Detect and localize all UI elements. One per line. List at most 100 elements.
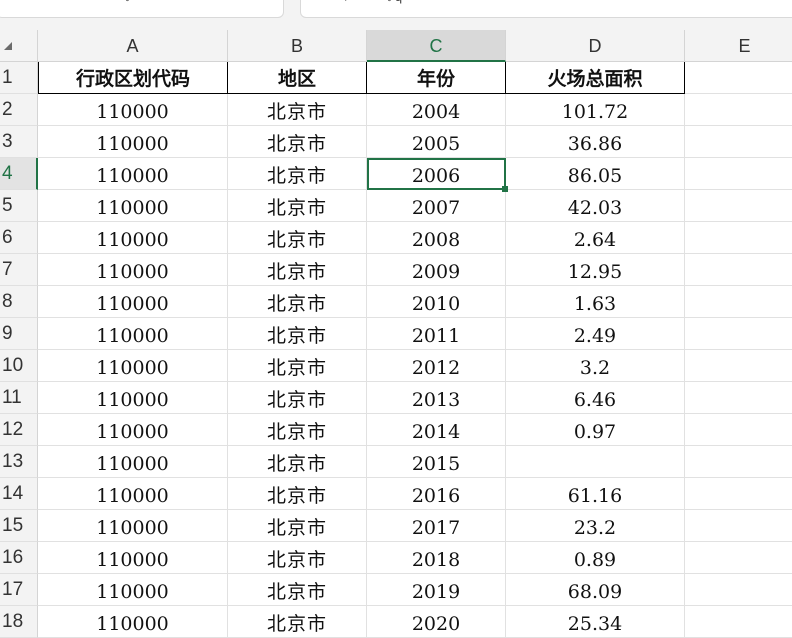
table-cell[interactable] — [685, 574, 792, 606]
header-cell[interactable]: 年份 — [367, 62, 506, 94]
table-cell[interactable]: 北京市 — [228, 190, 367, 222]
table-cell[interactable]: 北京市 — [228, 318, 367, 350]
table-cell[interactable]: 北京市 — [228, 606, 367, 638]
table-cell[interactable]: 110000 — [38, 318, 228, 350]
table-cell[interactable] — [685, 94, 792, 126]
table-cell[interactable]: 3.2 — [506, 350, 685, 382]
table-cell[interactable]: 110000 — [38, 254, 228, 286]
header-cell[interactable]: 地区 — [228, 62, 367, 94]
table-cell[interactable]: 110000 — [38, 542, 228, 574]
table-cell[interactable]: 北京市 — [228, 158, 367, 190]
table-cell[interactable]: 2005 — [367, 126, 506, 158]
table-cell[interactable]: 110000 — [38, 286, 228, 318]
row-header-7[interactable]: 7 — [0, 254, 38, 286]
table-cell[interactable]: 23.2 — [506, 510, 685, 542]
row-header-13[interactable]: 13 — [0, 446, 38, 478]
table-cell[interactable]: 2019 — [367, 574, 506, 606]
table-cell[interactable]: 2020 — [367, 606, 506, 638]
table-cell[interactable]: 110000 — [38, 222, 228, 254]
table-cell[interactable]: 北京市 — [228, 254, 367, 286]
search-icon[interactable]: ⌕ — [345, 0, 352, 5]
column-header-d[interactable]: D — [506, 30, 685, 62]
table-cell[interactable]: 2016 — [367, 478, 506, 510]
table-cell[interactable] — [685, 286, 792, 318]
table-cell[interactable]: 101.72 — [506, 94, 685, 126]
header-cell[interactable]: 火场总面积 — [506, 62, 685, 94]
table-cell[interactable]: 110000 — [38, 94, 228, 126]
table-cell[interactable]: 110000 — [38, 510, 228, 542]
column-header-a[interactable]: A — [38, 30, 228, 62]
table-cell[interactable] — [685, 446, 792, 478]
table-cell[interactable]: 0.97 — [506, 414, 685, 446]
table-cell[interactable] — [685, 478, 792, 510]
table-cell[interactable]: 北京市 — [228, 446, 367, 478]
table-cell[interactable] — [685, 510, 792, 542]
active-cell-selection[interactable] — [367, 158, 508, 192]
table-cell[interactable]: 2008 — [367, 222, 506, 254]
row-header-18[interactable]: 18 — [0, 606, 38, 638]
select-all-button[interactable] — [0, 30, 38, 62]
table-cell[interactable]: 110000 — [38, 350, 228, 382]
row-header-9[interactable]: 9 — [0, 318, 38, 350]
fill-handle[interactable] — [502, 186, 508, 192]
table-cell[interactable] — [685, 542, 792, 574]
column-header-c[interactable]: C — [367, 30, 506, 62]
table-cell[interactable] — [685, 606, 792, 638]
table-cell[interactable] — [506, 446, 685, 478]
row-header-14[interactable]: 14 — [0, 478, 38, 510]
table-cell[interactable]: 北京市 — [228, 350, 367, 382]
row-header-1[interactable]: 1 — [0, 62, 38, 94]
header-cell[interactable]: 行政区划代码 — [38, 62, 228, 94]
table-cell[interactable] — [685, 222, 792, 254]
table-cell[interactable]: 25.34 — [506, 606, 685, 638]
table-cell[interactable] — [685, 158, 792, 190]
table-cell[interactable]: 86.05 — [506, 158, 685, 190]
table-cell[interactable]: 北京市 — [228, 222, 367, 254]
row-header-10[interactable]: 10 — [0, 350, 38, 382]
table-cell[interactable]: 42.03 — [506, 190, 685, 222]
row-header-3[interactable]: 3 — [0, 126, 38, 158]
row-header-8[interactable]: 8 — [0, 286, 38, 318]
table-cell[interactable]: 2007 — [367, 190, 506, 222]
table-cell[interactable]: 36.86 — [506, 126, 685, 158]
row-header-17[interactable]: 17 — [0, 574, 38, 606]
row-header-4[interactable]: 4 — [0, 158, 38, 190]
table-cell[interactable]: 110000 — [38, 190, 228, 222]
cell-e1[interactable] — [685, 62, 792, 94]
table-cell[interactable]: 6.46 — [506, 382, 685, 414]
table-cell[interactable]: 2.64 — [506, 222, 685, 254]
table-cell[interactable]: 2015 — [367, 446, 506, 478]
table-cell[interactable]: 北京市 — [228, 510, 367, 542]
table-cell[interactable]: 北京市 — [228, 414, 367, 446]
table-cell[interactable] — [685, 254, 792, 286]
table-cell[interactable]: 北京市 — [228, 286, 367, 318]
column-header-e[interactable]: E — [685, 30, 792, 62]
table-cell[interactable]: 110000 — [38, 574, 228, 606]
table-cell[interactable]: 110000 — [38, 414, 228, 446]
table-cell[interactable]: 2013 — [367, 382, 506, 414]
table-cell[interactable]: 2018 — [367, 542, 506, 574]
row-header-11[interactable]: 11 — [0, 382, 38, 414]
table-cell[interactable]: 0.89 — [506, 542, 685, 574]
table-cell[interactable]: 68.09 — [506, 574, 685, 606]
table-cell[interactable]: 北京市 — [228, 542, 367, 574]
table-cell[interactable]: 北京市 — [228, 382, 367, 414]
table-cell[interactable]: 2017 — [367, 510, 506, 542]
table-cell[interactable]: 1.63 — [506, 286, 685, 318]
table-cell[interactable] — [685, 318, 792, 350]
table-cell[interactable] — [685, 190, 792, 222]
table-cell[interactable]: 110000 — [38, 606, 228, 638]
row-header-12[interactable]: 12 — [0, 414, 38, 446]
table-cell[interactable]: 110000 — [38, 478, 228, 510]
table-cell[interactable]: 2011 — [367, 318, 506, 350]
row-header-6[interactable]: 6 — [0, 222, 38, 254]
row-header-15[interactable]: 15 — [0, 510, 38, 542]
table-cell[interactable]: 2010 — [367, 286, 506, 318]
table-cell[interactable]: 北京市 — [228, 574, 367, 606]
table-cell[interactable] — [685, 350, 792, 382]
row-header-2[interactable]: 2 — [0, 94, 38, 126]
table-cell[interactable]: 110000 — [38, 446, 228, 478]
name-box[interactable]: ℓ — [0, 0, 284, 18]
table-cell[interactable]: 2.49 — [506, 318, 685, 350]
table-cell[interactable]: 2009 — [367, 254, 506, 286]
